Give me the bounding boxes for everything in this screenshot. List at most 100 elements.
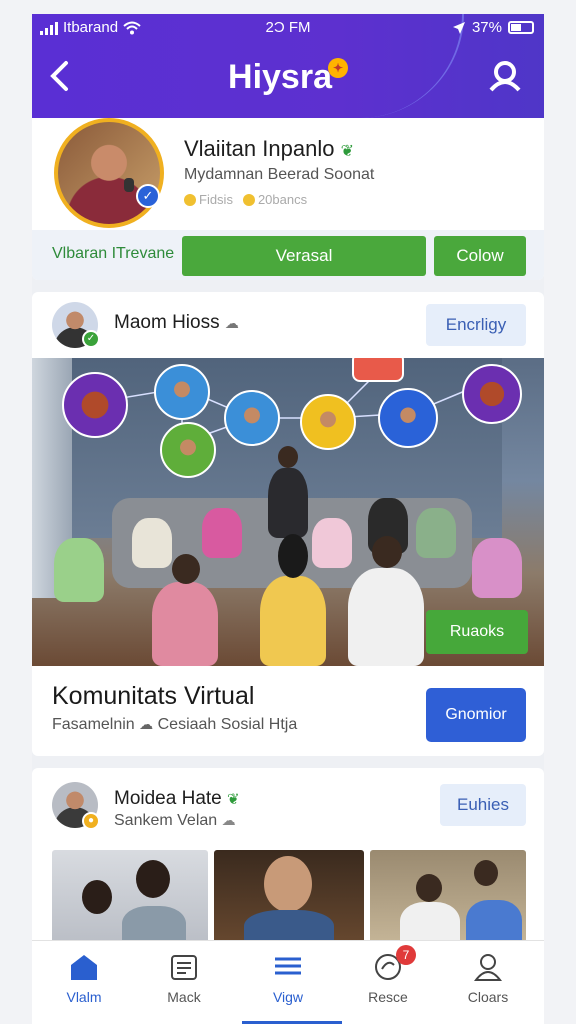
person-figure <box>260 576 326 666</box>
post-author: Moidea Hate ❦ <box>114 788 240 810</box>
person-figure <box>132 518 172 568</box>
coin-icon <box>242 194 255 206</box>
tab-resce[interactable]: 7 Resce <box>338 941 438 1024</box>
post-author-subtitle: Sankem Velan ☁ <box>114 812 236 830</box>
tab-label: Vigw <box>272 989 304 1005</box>
cta-button[interactable]: Gnomior <box>426 688 526 742</box>
photo-thumbnail[interactable] <box>214 850 364 950</box>
person-head <box>416 874 442 902</box>
status-bar: Itbarand 2Ɔ FM 37% <box>32 14 544 42</box>
person-figure <box>348 568 424 666</box>
stat-label: 20bancs <box>257 192 308 207</box>
person-head <box>264 856 312 912</box>
post-card: ✓ Maom Hioss ☁ Encrligy Ruaoks Komunitat… <box>32 292 544 756</box>
top-nav: Hiysra✦ <box>32 50 544 106</box>
person-figure <box>416 508 456 558</box>
verified-check-icon: ✓ <box>136 184 160 208</box>
post-author: Maom Hioss ☁ <box>114 312 239 334</box>
app-screen: Itbarand 2Ɔ FM 37% Hiysra✦ ✓ Vlaiitan In… <box>32 14 544 1024</box>
member-bubble <box>160 422 216 478</box>
bottom-tab-bar: Vlalm Mack Vigw 7 Resce Cloars <box>32 940 544 1024</box>
profile-subtitle: Mydamnan Beerad Soonat <box>184 166 375 183</box>
profile-action-row: Vlbaran ITrevane Verasal Colow <box>32 230 544 280</box>
photo-thumbnail[interactable] <box>370 850 526 950</box>
group-icon: ☁ <box>221 812 236 828</box>
brand-badge: ✦ <box>327 58 348 78</box>
person-head <box>136 860 170 898</box>
post-author-subtitle-text: Sankem Velan <box>114 812 218 829</box>
profile-button[interactable] <box>488 60 522 92</box>
leaf-icon: ❦ <box>340 143 354 160</box>
post-image[interactable]: Ruaoks <box>32 358 544 666</box>
person-figure <box>54 538 104 602</box>
person-head <box>172 554 200 584</box>
engage-button[interactable]: Encrligy <box>426 304 526 346</box>
home-icon <box>71 955 97 980</box>
guitar-bubble <box>462 364 522 424</box>
profile-card: ✓ Vlaiitan Inpanlo ❦ Mydamnan Beerad Soo… <box>32 118 544 280</box>
tab-label: Resce <box>368 989 408 1005</box>
cloud-icon: ☁ <box>224 315 239 331</box>
stat-label: Fidsis <box>199 192 233 207</box>
guitar-bubble <box>62 372 128 438</box>
person-figure <box>312 518 352 568</box>
banner-bubble <box>352 358 404 382</box>
person-head <box>278 534 308 578</box>
person-figure <box>268 468 308 538</box>
tab-label: Mack <box>167 989 201 1005</box>
person-figure <box>472 538 522 598</box>
battery-percent: 37% <box>471 19 502 36</box>
post-author-name[interactable]: Moidea Hate <box>114 788 222 809</box>
list-icon <box>275 957 301 975</box>
member-bubble <box>300 394 356 450</box>
post-author-name[interactable]: Maom Hioss <box>114 312 220 333</box>
notification-badge: 7 <box>396 945 416 965</box>
news-icon <box>171 955 197 980</box>
person-figure <box>152 582 218 666</box>
photo-thumbnail[interactable] <box>52 850 208 950</box>
online-check-icon: ✓ <box>82 330 100 348</box>
member-bubble <box>224 390 280 446</box>
post-subtitle-text-2: Cesiaah Sosial Htja <box>157 716 298 733</box>
leaf-icon: ❦ <box>227 791 240 808</box>
person-head <box>82 880 112 914</box>
follow-button[interactable]: Colow <box>434 236 526 276</box>
engage-button[interactable]: Euhies <box>440 784 526 826</box>
app-header: Itbarand 2Ɔ FM 37% Hiysra✦ <box>32 14 544 118</box>
status-right: 37% <box>452 19 534 36</box>
coin-icon <box>184 194 196 206</box>
post-subtitle-text: Fasamelnin <box>52 716 135 733</box>
battery-icon <box>508 21 534 34</box>
person-icon <box>473 954 503 981</box>
person-figure <box>202 508 242 558</box>
profile-name-text: Vlaiitan Inpanlo <box>184 136 335 161</box>
microphone-icon <box>124 178 134 192</box>
user-icon <box>489 61 521 92</box>
rumors-button[interactable]: Ruaoks <box>426 610 528 654</box>
tab-profile[interactable]: Cloars <box>438 941 538 1024</box>
brand-name: Hiysra <box>228 58 332 96</box>
member-bubble <box>154 364 210 420</box>
action-label[interactable]: Vlbaran ITrevane <box>52 245 174 263</box>
brand-logo: Hiysra✦ <box>32 58 544 97</box>
tab-home[interactable]: Vlalm <box>34 941 134 1024</box>
profile-name: Vlaiitan Inpanlo ❦ <box>184 136 354 162</box>
post-title: Komunitats Virtual <box>52 682 255 710</box>
member-bubble <box>378 388 438 448</box>
tab-label: Cloars <box>467 989 509 1005</box>
tab-mack[interactable]: Mack <box>134 941 234 1024</box>
stat-item: Fidsis <box>184 192 233 207</box>
link-icon: ☁ <box>139 716 154 732</box>
stat-item: 20bancs <box>242 192 308 207</box>
profile-stats: Fidsis 20bancs <box>184 192 307 207</box>
tab-label: Vlalm <box>66 989 102 1005</box>
badge-icon: ● <box>82 812 100 830</box>
location-arrow-icon <box>452 21 465 34</box>
primary-action-button[interactable]: Verasal <box>182 236 426 276</box>
post-subtitle: Fasamelnin ☁ Cesiaah Sosial Htja <box>52 716 297 734</box>
person-head <box>278 446 298 468</box>
tab-view[interactable]: Vigw <box>238 941 338 1024</box>
person-head <box>372 536 402 568</box>
profile-avatar[interactable] <box>54 118 164 228</box>
person-head <box>474 860 498 886</box>
